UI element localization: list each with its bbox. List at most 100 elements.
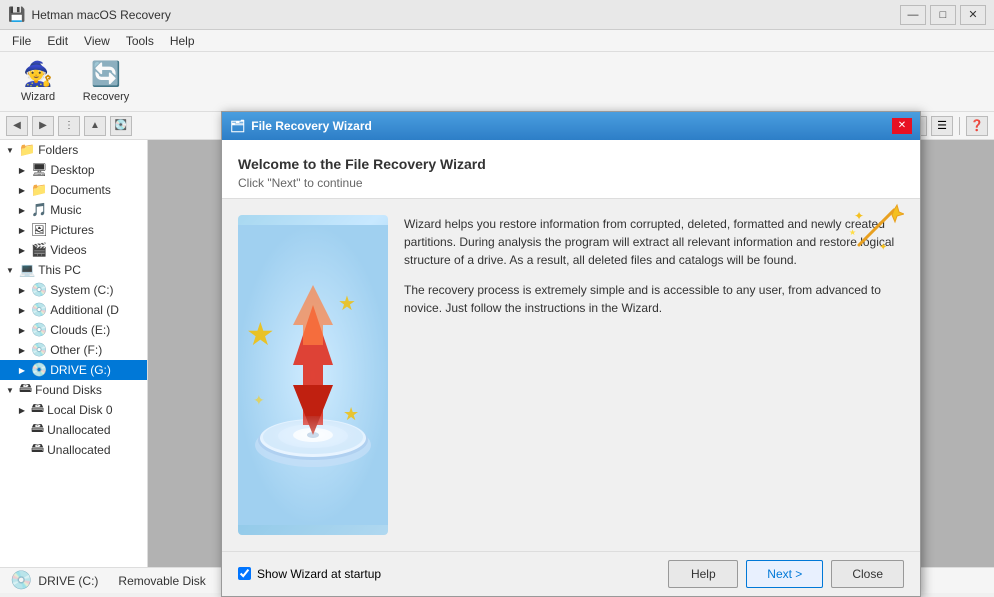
menu-help[interactable]: Help xyxy=(162,32,203,50)
otherf-toggle[interactable]: ▶ xyxy=(16,344,28,356)
next-button[interactable]: Next > xyxy=(746,560,823,588)
unalloc2-toggle xyxy=(16,444,28,456)
drive-button[interactable]: 💽 xyxy=(110,116,132,136)
systemc-label: System (C:) xyxy=(50,283,113,297)
sidebar-item-founddisks[interactable]: ▼ 🖴 Found Disks xyxy=(0,380,147,400)
forward-button[interactable]: ▶ xyxy=(32,116,54,136)
sidebar-item-otherf[interactable]: ▶ 💿 Other (F:) xyxy=(0,340,147,360)
localdisk0-toggle[interactable]: ▶ xyxy=(16,404,28,416)
desktop-icon: 🖥 xyxy=(31,162,48,178)
sidebar-item-videos[interactable]: ▶ 🎬 Videos xyxy=(0,240,147,260)
folders-toggle[interactable]: ▼ xyxy=(4,144,16,156)
founddisks-icon: 🖴 xyxy=(19,380,32,400)
columns-button[interactable]: ☰ xyxy=(931,116,953,136)
wizard-wand-decoration: ✦ ✦ ★ xyxy=(849,200,904,258)
driveg-toggle[interactable]: ▶ xyxy=(16,364,28,376)
music-toggle[interactable]: ▶ xyxy=(16,204,28,216)
sidebar-item-cloudse[interactable]: ▶ 💿 Clouds (E:) xyxy=(0,320,147,340)
app-close-button[interactable]: ✕ xyxy=(960,5,986,25)
additional-toggle[interactable]: ▶ xyxy=(16,304,28,316)
menu-bar: File Edit View Tools Help xyxy=(0,30,994,52)
sidebar-item-driveg[interactable]: ▶ 💿 DRIVE (G:) xyxy=(0,360,147,380)
videos-icon: 🎬 xyxy=(31,242,47,258)
sidebar-item-pictures[interactable]: ▶ 🖼 Pictures xyxy=(0,220,147,240)
unalloc2-label: Unallocated xyxy=(47,443,110,457)
systemc-toggle[interactable]: ▶ xyxy=(16,284,28,296)
cloudse-icon: 💿 xyxy=(31,322,47,338)
sidebar-item-unalloc2[interactable]: 🖴 Unallocated xyxy=(0,440,147,460)
unalloc1-label: Unallocated xyxy=(47,423,110,437)
dialog-title: File Recovery Wizard xyxy=(251,119,892,133)
app-window: 💾 Hetman macOS Recovery — □ ✕ File Edit … xyxy=(0,0,994,593)
sidebar-item-additional[interactable]: ▶ 💿 Additional (D xyxy=(0,300,147,320)
menu-edit[interactable]: Edit xyxy=(39,32,76,50)
maximize-button[interactable]: □ xyxy=(930,5,956,25)
unalloc1-icon: 🖴 xyxy=(31,420,44,440)
sidebar-item-localdisk0[interactable]: ▶ 🖴 Local Disk 0 xyxy=(0,400,147,420)
thispc-toggle[interactable]: ▼ xyxy=(4,264,16,276)
help-button[interactable]: Help xyxy=(668,560,738,588)
documents-label: Documents xyxy=(50,183,111,197)
svg-text:✦: ✦ xyxy=(253,392,265,408)
menu-file[interactable]: File xyxy=(4,32,39,50)
svg-text:✦: ✦ xyxy=(854,209,864,223)
cloudse-toggle[interactable]: ▶ xyxy=(16,324,28,336)
sidebar: ▼ 📁 Folders ▶ 🖥 Desktop ▶ 📁 Documents ▶ … xyxy=(0,140,148,567)
documents-toggle[interactable]: ▶ xyxy=(16,184,28,196)
dialog-titlebar-icon: 🗂 xyxy=(230,119,245,133)
wizard-label: Wizard xyxy=(21,91,55,103)
back-button[interactable]: ◀ xyxy=(6,116,28,136)
founddisks-toggle[interactable]: ▼ xyxy=(4,384,16,396)
driveg-label: DRIVE (G:) xyxy=(50,363,111,377)
wizard-toolbar-button[interactable]: 🧙 Wizard xyxy=(8,56,68,108)
title-bar-controls: — □ ✕ xyxy=(900,5,986,25)
sidebar-item-systemc[interactable]: ▶ 💿 System (C:) xyxy=(0,280,147,300)
app-title: Hetman macOS Recovery xyxy=(31,8,900,22)
dialog-body-text-1: Wizard helps you restore information fro… xyxy=(404,215,904,269)
menu-view[interactable]: View xyxy=(76,32,118,50)
dialog-header: Welcome to the File Recovery Wizard Clic… xyxy=(222,140,920,199)
videos-toggle[interactable]: ▶ xyxy=(16,244,28,256)
minimize-button[interactable]: — xyxy=(900,5,926,25)
svg-text:★: ★ xyxy=(338,293,356,315)
folders-label: Folders xyxy=(38,143,78,157)
desktop-toggle[interactable]: ▶ xyxy=(16,164,28,176)
otherf-label: Other (F:) xyxy=(50,343,102,357)
up-button[interactable]: ▲ xyxy=(84,116,106,136)
app-icon: 💾 xyxy=(8,6,25,23)
dialog-close-button[interactable]: ✕ xyxy=(892,118,912,134)
systemc-icon: 💿 xyxy=(31,282,47,298)
sidebar-item-unalloc1[interactable]: 🖴 Unallocated xyxy=(0,420,147,440)
cloudse-label: Clouds (E:) xyxy=(50,323,110,337)
help-nav-button[interactable]: ❓ xyxy=(966,116,988,136)
show-wizard-checkbox[interactable] xyxy=(238,567,251,580)
sidebar-item-thispc[interactable]: ▼ 💻 This PC xyxy=(0,260,147,280)
pictures-label: Pictures xyxy=(51,223,94,237)
thispc-icon: 💻 xyxy=(19,262,35,278)
sidebar-item-music[interactable]: ▶ 🎵 Music xyxy=(0,200,147,220)
sidebar-item-desktop[interactable]: ▶ 🖥 Desktop xyxy=(0,160,147,180)
drive-status-icon: 💿 xyxy=(10,570,32,591)
svg-text:★: ★ xyxy=(246,316,275,352)
folders-icon: 📁 xyxy=(19,142,35,158)
close-button[interactable]: Close xyxy=(831,560,904,588)
pictures-toggle[interactable]: ▶ xyxy=(16,224,28,236)
menu-tools[interactable]: Tools xyxy=(118,32,162,50)
sidebar-item-folders[interactable]: ▼ 📁 Folders xyxy=(0,140,147,160)
svg-text:✦: ✦ xyxy=(879,242,887,253)
desktop-label: Desktop xyxy=(51,163,95,177)
dialog-body: ★ ★ ★ ✦ xyxy=(222,199,920,551)
music-icon: 🎵 xyxy=(31,202,47,218)
recovery-toolbar-button[interactable]: 🔄 Recovery xyxy=(76,56,136,108)
separator-btn[interactable]: ⋮ xyxy=(58,116,80,136)
dialog-text: Wizard helps you restore information fro… xyxy=(404,215,904,535)
recovery-icon: 🔄 xyxy=(91,60,121,89)
svg-text:★: ★ xyxy=(849,228,856,237)
additional-label: Additional (D xyxy=(50,303,119,317)
sidebar-item-documents[interactable]: ▶ 📁 Documents xyxy=(0,180,147,200)
unalloc2-icon: 🖴 xyxy=(31,440,44,460)
unalloc1-toggle xyxy=(16,424,28,436)
drive-status: 💿 DRIVE (C:) xyxy=(10,570,98,591)
localdisk0-icon: 🖴 xyxy=(31,400,44,420)
wizard-illustration: ★ ★ ★ ✦ xyxy=(238,225,388,525)
